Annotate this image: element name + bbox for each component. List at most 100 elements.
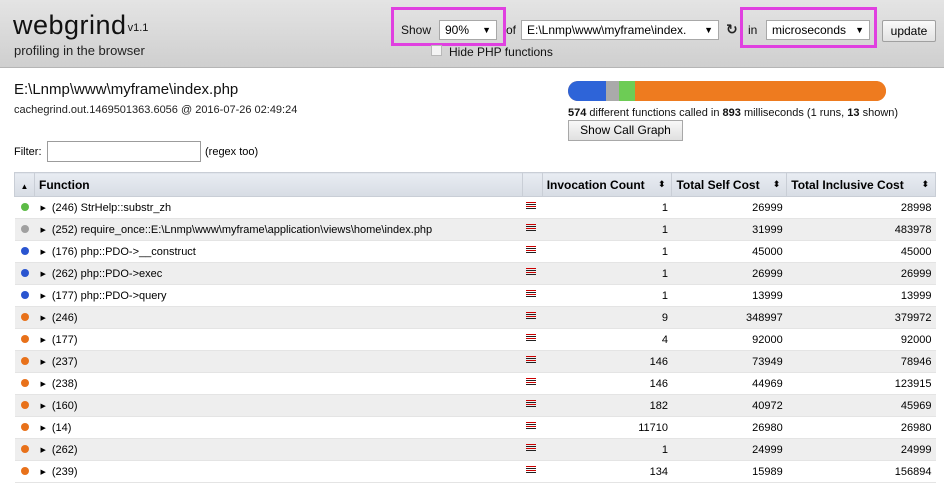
table-row[interactable]: ▶ (238) 146 44969 123915 bbox=[14, 372, 936, 395]
callinfo-cell[interactable] bbox=[522, 218, 543, 241]
function-name: (237) bbox=[51, 355, 78, 368]
expand-arrow-icon[interactable]: ▶ bbox=[40, 271, 45, 278]
function-name: (262) php::PDO->exec bbox=[51, 267, 163, 280]
table-row[interactable]: ▶ (177) 4 92000 92000 bbox=[14, 328, 936, 351]
expand-arrow-icon[interactable]: ▶ bbox=[40, 425, 45, 432]
self-cost-cell: 45000 bbox=[671, 240, 787, 263]
callinfo-cell[interactable] bbox=[522, 240, 543, 263]
call-info-icon[interactable] bbox=[526, 355, 537, 365]
expand-arrow-icon[interactable]: ▶ bbox=[40, 205, 45, 212]
call-info-icon[interactable] bbox=[526, 465, 537, 475]
callinfo-cell[interactable] bbox=[522, 196, 543, 219]
expand-arrow-icon[interactable]: ▶ bbox=[40, 447, 45, 454]
function-name: (177) php::PDO->query bbox=[51, 289, 167, 302]
file-type-dot-icon bbox=[20, 224, 29, 233]
table-row[interactable]: ▶ (176) php::PDO->__construct 1 45000 45000 bbox=[14, 240, 936, 263]
function-cell[interactable]: ▶ (237) bbox=[34, 350, 523, 373]
self-cost-cell: 44969 bbox=[671, 372, 787, 395]
function-cell[interactable]: ▶ (160) bbox=[34, 394, 523, 417]
function-cell[interactable]: ▶ (246) bbox=[34, 306, 523, 329]
callinfo-cell[interactable] bbox=[522, 328, 543, 351]
table-row[interactable]: ▶ (160) 182 40972 45969 bbox=[14, 394, 936, 417]
function-cell[interactable]: ▶ (239) bbox=[34, 460, 523, 483]
call-info-icon[interactable] bbox=[526, 399, 537, 409]
table-row[interactable]: ▶ (262) 1 24999 24999 bbox=[14, 438, 936, 461]
table-row[interactable]: ▶ (237) 146 73949 78946 bbox=[14, 350, 936, 373]
filter-hint: (regex too) bbox=[205, 146, 259, 158]
filter-input[interactable] bbox=[47, 141, 201, 162]
file-subtitle: cachegrind.out.1469501363.6056 @ 2016-07… bbox=[14, 104, 298, 116]
call-info-icon[interactable] bbox=[526, 289, 537, 299]
table-row[interactable]: ▶ (177) php::PDO->query 1 13999 13999 bbox=[14, 284, 936, 307]
expand-arrow-icon[interactable]: ▶ bbox=[40, 293, 45, 300]
table-row[interactable]: ▶ (246) 9 348997 379972 bbox=[14, 306, 936, 329]
table-row[interactable]: ▶ (246) StrHelp::substr_zh 1 26999 28998 bbox=[14, 196, 936, 219]
total-inclusive-cost-header[interactable]: Total Inclusive Cost ⬍ bbox=[786, 172, 936, 197]
callinfo-cell[interactable] bbox=[522, 416, 543, 439]
file-select[interactable]: E:\Lnmp\www\myframe\index. ▼ bbox=[521, 20, 719, 40]
call-info-icon[interactable] bbox=[526, 421, 537, 431]
function-cell[interactable]: ▶ (176) php::PDO->__construct bbox=[34, 240, 523, 263]
expand-arrow-icon[interactable]: ▶ bbox=[40, 359, 45, 366]
update-button[interactable]: update bbox=[882, 20, 936, 42]
self-cost-cell: 26999 bbox=[671, 196, 787, 219]
call-info-icon[interactable] bbox=[526, 201, 537, 211]
invocation-count-cell: 1 bbox=[542, 240, 672, 263]
callinfo-cell[interactable] bbox=[522, 372, 543, 395]
call-info-icon[interactable] bbox=[526, 245, 537, 255]
file-type-dot-icon bbox=[20, 334, 29, 343]
function-cell[interactable]: ▶ (14) bbox=[34, 416, 523, 439]
callinfo-cell[interactable] bbox=[522, 262, 543, 285]
chevron-down-icon: ▼ bbox=[704, 25, 713, 35]
hide-php-functions-checkbox[interactable] bbox=[431, 45, 442, 56]
call-info-icon[interactable] bbox=[526, 377, 537, 387]
inclusive-cost-cell: 78946 bbox=[786, 350, 936, 373]
expand-arrow-icon[interactable]: ▶ bbox=[40, 337, 45, 344]
expand-arrow-icon[interactable]: ▶ bbox=[40, 469, 45, 476]
call-info-icon[interactable] bbox=[526, 267, 537, 277]
function-cell[interactable]: ▶ (246) StrHelp::substr_zh bbox=[34, 196, 523, 219]
expand-arrow-icon[interactable]: ▶ bbox=[40, 403, 45, 410]
table-row[interactable]: ▶ (239) 134 15989 156894 bbox=[14, 460, 936, 483]
callinfo-cell[interactable] bbox=[522, 306, 543, 329]
expand-arrow-icon[interactable]: ▶ bbox=[40, 249, 45, 256]
invocation-count-cell: 1 bbox=[542, 218, 672, 241]
function-cell[interactable]: ▶ (177) bbox=[34, 328, 523, 351]
unit-select[interactable]: microseconds ▼ bbox=[766, 20, 870, 40]
function-cell[interactable]: ▶ (262) bbox=[34, 438, 523, 461]
function-header[interactable]: Function bbox=[33, 172, 523, 197]
callinfo-cell[interactable] bbox=[522, 350, 543, 373]
invocation-count-header[interactable]: Invocation Count ⬍ bbox=[541, 172, 673, 197]
sort-icon: ⬍ bbox=[657, 179, 666, 189]
tagline: profiling in the browser bbox=[14, 43, 145, 58]
function-cell[interactable]: ▶ (177) php::PDO->query bbox=[34, 284, 523, 307]
function-cell[interactable]: ▶ (252) require_once::E:\Lnmp\www\myframe… bbox=[34, 218, 523, 241]
expand-arrow-icon[interactable]: ▶ bbox=[40, 227, 45, 234]
refresh-icon[interactable]: ↻ bbox=[726, 21, 738, 38]
call-info-icon[interactable] bbox=[526, 333, 537, 343]
show-percent-select[interactable]: 90% ▼ bbox=[439, 20, 497, 40]
call-info-icon[interactable] bbox=[526, 311, 537, 321]
call-info-icon[interactable] bbox=[526, 443, 537, 453]
function-cell[interactable]: ▶ (238) bbox=[34, 372, 523, 395]
expand-arrow-icon[interactable]: ▶ bbox=[40, 315, 45, 322]
total-self-cost-header[interactable]: Total Self Cost ⬍ bbox=[671, 172, 788, 197]
file-type-dot-icon bbox=[20, 422, 29, 431]
call-info-icon[interactable] bbox=[526, 223, 537, 233]
callinfo-cell[interactable] bbox=[522, 394, 543, 417]
callinfo-cell[interactable] bbox=[522, 438, 543, 461]
shown-count: 13 bbox=[847, 107, 860, 119]
file-type-cell bbox=[14, 328, 35, 351]
expand-arrow-icon[interactable]: ▶ bbox=[40, 381, 45, 388]
callinfo-cell[interactable] bbox=[522, 284, 543, 307]
function-cell[interactable]: ▶ (262) php::PDO->exec bbox=[34, 262, 523, 285]
function-name: (246) StrHelp::substr_zh bbox=[51, 201, 172, 214]
table-row[interactable]: ▶ (14) 11710 26980 26980 bbox=[14, 416, 936, 439]
table-row[interactable]: ▶ (262) php::PDO->exec 1 26999 26999 bbox=[14, 262, 936, 285]
table-row[interactable]: ▶ (252) require_once::E:\Lnmp\www\myframe… bbox=[14, 218, 936, 241]
show-call-graph-button[interactable]: Show Call Graph bbox=[568, 120, 683, 141]
self-cost-cell: 15989 bbox=[671, 460, 787, 483]
callinfo-cell[interactable] bbox=[522, 460, 543, 483]
file-type-cell bbox=[14, 394, 35, 417]
color-sort-header[interactable]: ▲ bbox=[14, 172, 35, 197]
